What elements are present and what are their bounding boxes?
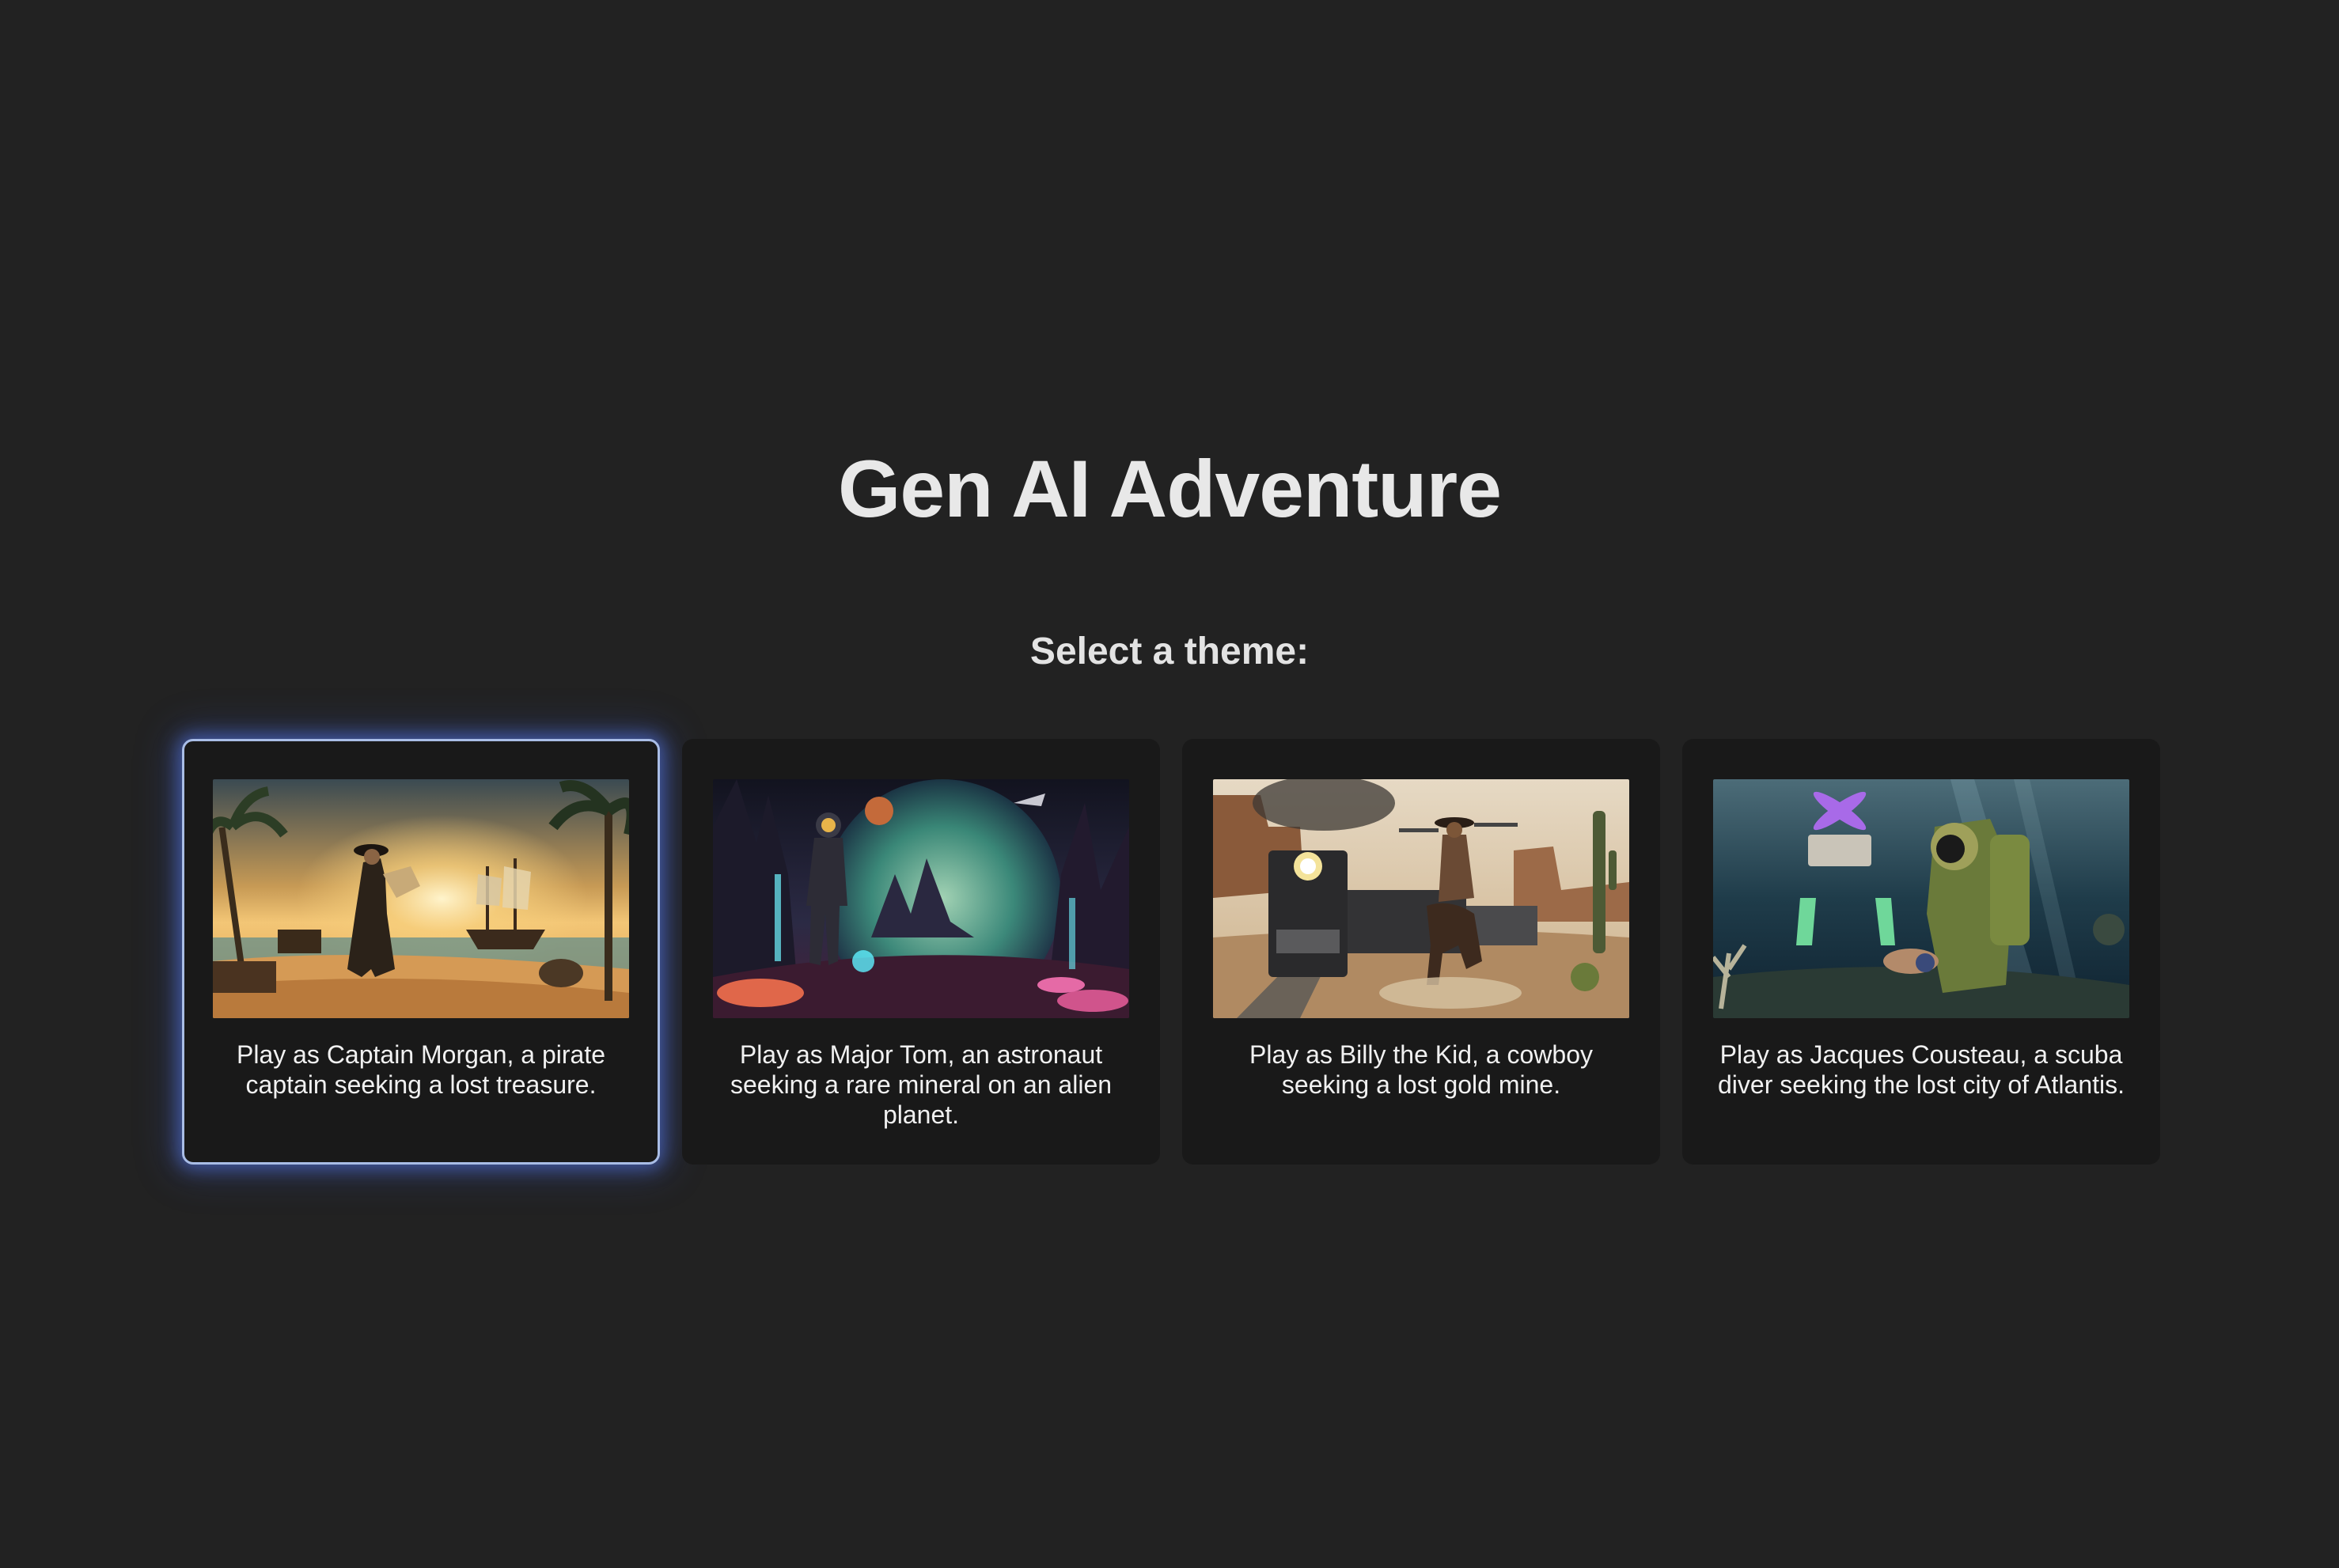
theme-card-list: Play as Captain Morgan, a pirate captain… xyxy=(182,739,2160,1166)
theme-prompt: Select a theme: xyxy=(1029,631,1310,672)
theme-description: Play as Jacques Cousteau, a scuba diver … xyxy=(1717,1040,2125,1099)
theme-description: Play as Captain Morgan, a pirate captain… xyxy=(236,1040,606,1099)
wild-west-train-illustration xyxy=(1213,779,1629,1018)
theme-card-space[interactable]: Play as Major Tom, an astronaut seeking … xyxy=(682,739,1160,1165)
underwater-diver-illustration xyxy=(1713,779,2129,1018)
app-page: Gen AI Adventure Select a theme: Play as… xyxy=(0,0,2339,1568)
theme-card-underwater[interactable]: Play as Jacques Cousteau, a scuba diver … xyxy=(1682,739,2160,1165)
alien-planet-illustration xyxy=(713,779,1129,1018)
pirate-beach-illustration xyxy=(213,779,629,1018)
theme-description: Play as Billy the Kid, a cowboy seeking … xyxy=(1249,1040,1593,1099)
theme-card-western[interactable]: Play as Billy the Kid, a cowboy seeking … xyxy=(1182,739,1660,1165)
theme-description: Play as Major Tom, an astronaut seeking … xyxy=(730,1040,1113,1129)
page-title: Gen AI Adventure xyxy=(838,444,1502,534)
theme-card-pirate[interactable]: Play as Captain Morgan, a pirate captain… xyxy=(182,739,660,1165)
